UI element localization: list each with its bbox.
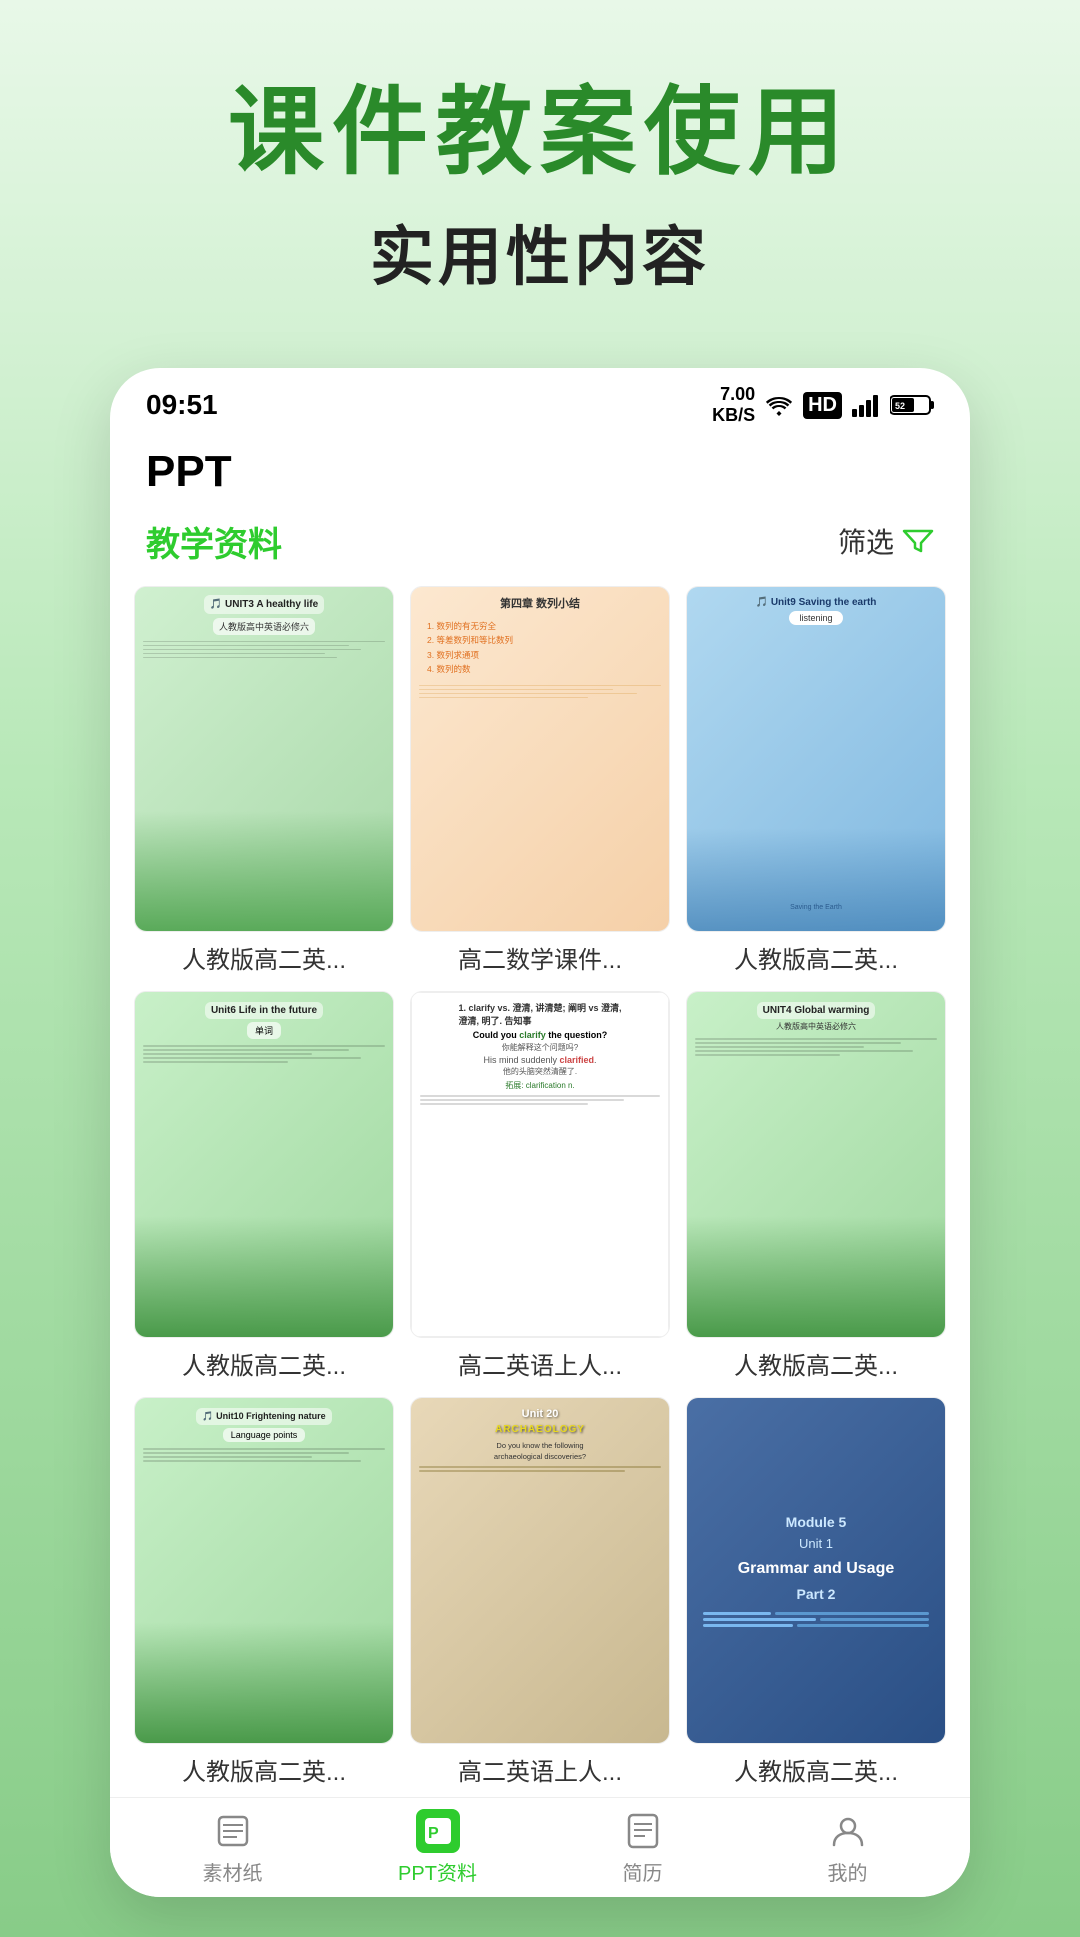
thumbnail: UNIT4 Global warming 人教版高中英语必修六 [686, 991, 946, 1338]
nav-item-wode[interactable]: 我的 [745, 1809, 950, 1886]
jianli-label: 简历 [623, 1857, 663, 1886]
bottom-nav: 素材纸 P PPT资料 简历 [110, 1797, 970, 1897]
phone-frame: 09:51 7.00 KB/S HD [110, 368, 970, 1897]
item-label: 人教版高二英... [686, 1752, 946, 1787]
battery-icon: 52 [890, 394, 934, 416]
hero-section: 课件教案使用 实用性内容 [0, 0, 1080, 338]
nav-item-sucaizhi[interactable]: 素材纸 [130, 1809, 335, 1886]
sucaizhi-label: 素材纸 [203, 1857, 263, 1886]
item-label: 人教版高二英... [134, 1346, 394, 1381]
jianli-icon [621, 1809, 665, 1853]
module-label: Module 5 [786, 1514, 847, 1530]
grid-item[interactable]: 第四章 数列小结 1. 数列的有无穷全 2. 等差数列和等比数列 3. 数列求通… [410, 586, 670, 976]
content-grid: 🎵 UNIT3 A healthy life 人教版高中英语必修六 人教版高二英… [110, 582, 970, 1797]
thumbnail: 🎵 Unit10 Frightening nature Language poi… [134, 1397, 394, 1744]
thumbnail: 🎵 UNIT3 A healthy life 人教版高中英语必修六 [134, 586, 394, 933]
filter-label[interactable]: 筛选 [838, 521, 894, 561]
item-label: 高二英语上人... [410, 1752, 670, 1787]
item-label: 高二数学课件... [410, 940, 670, 975]
grid-item[interactable]: 🎵 Unit10 Frightening nature Language poi… [134, 1397, 394, 1787]
thumbnail: Unit 20 ARCHAEOLOGY Do you know the foll… [410, 1397, 670, 1744]
filter-area[interactable]: 筛选 [838, 521, 934, 561]
filter-icon[interactable] [902, 527, 934, 555]
svg-text:52: 52 [895, 401, 905, 411]
grid-item[interactable]: 🎵 UNIT3 A healthy life 人教版高中英语必修六 人教版高二英… [134, 586, 394, 976]
item-label: 人教版高二英... [134, 940, 394, 975]
section-header: 教学资料 筛选 [110, 505, 970, 582]
nav-item-ppt[interactable]: P PPT资料 [335, 1809, 540, 1886]
wode-label: 我的 [828, 1857, 868, 1886]
thumbnail: Unit6 Life in the future 单词 [134, 991, 394, 1338]
thumbnail: 🎵 Unit9 Saving the earth listening Savin… [686, 586, 946, 933]
thumbnail: Module 5 Unit 1 Grammar and Usage Part 2 [686, 1397, 946, 1744]
status-bar: 09:51 7.00 KB/S HD [110, 368, 970, 435]
unit-label: Unit 1 [799, 1536, 833, 1551]
nav-item-jianli[interactable]: 简历 [540, 1809, 745, 1886]
grid-item[interactable]: Unit 20 ARCHAEOLOGY Do you know the foll… [410, 1397, 670, 1787]
grid-item[interactable]: 1. clarify vs. 澄清, 讲清楚; 阐明 vs 澄清,澄清, 明了.… [410, 991, 670, 1381]
ppt-label: PPT资料 [398, 1857, 477, 1886]
grammar-title: Grammar and Usage [738, 1559, 895, 1580]
item-label: 人教版高二英... [686, 1346, 946, 1381]
app-title: PPT [146, 447, 934, 497]
wifi-icon [765, 393, 793, 417]
ppt-icon: P [416, 1809, 460, 1853]
sucaizhi-icon [211, 1809, 255, 1853]
item-label: 人教版高二英... [686, 940, 946, 975]
grid-item[interactable]: 🎵 Unit9 Saving the earth listening Savin… [686, 586, 946, 976]
signal-icon [852, 393, 880, 417]
grid-item[interactable]: UNIT4 Global warming 人教版高中英语必修六 人教版高二英..… [686, 991, 946, 1381]
hero-subtitle: 实用性内容 [60, 206, 1020, 298]
svg-text:P: P [428, 1825, 439, 1842]
time-display: 09:51 [146, 389, 218, 421]
network-speed: 7.00 KB/S [712, 384, 755, 427]
section-title: 教学资料 [146, 517, 282, 566]
wode-icon [826, 1809, 870, 1853]
app-header: PPT [110, 435, 970, 505]
thumbnail: 第四章 数列小结 1. 数列的有无穷全 2. 等差数列和等比数列 3. 数列求通… [410, 586, 670, 933]
part-label: Part 2 [797, 1586, 836, 1602]
hd-icon: HD [803, 392, 842, 419]
grid-item[interactable]: Unit6 Life in the future 单词 人教版高二英... [134, 991, 394, 1381]
item-label: 人教版高二英... [134, 1752, 394, 1787]
thumbnail: 1. clarify vs. 澄清, 讲清楚; 阐明 vs 澄清,澄清, 明了.… [410, 991, 670, 1338]
hero-title: 课件教案使用 [60, 80, 1020, 186]
grid-item[interactable]: Module 5 Unit 1 Grammar and Usage Part 2 [686, 1397, 946, 1787]
item-label: 高二英语上人... [410, 1346, 670, 1381]
status-icons: 7.00 KB/S HD [712, 384, 934, 427]
